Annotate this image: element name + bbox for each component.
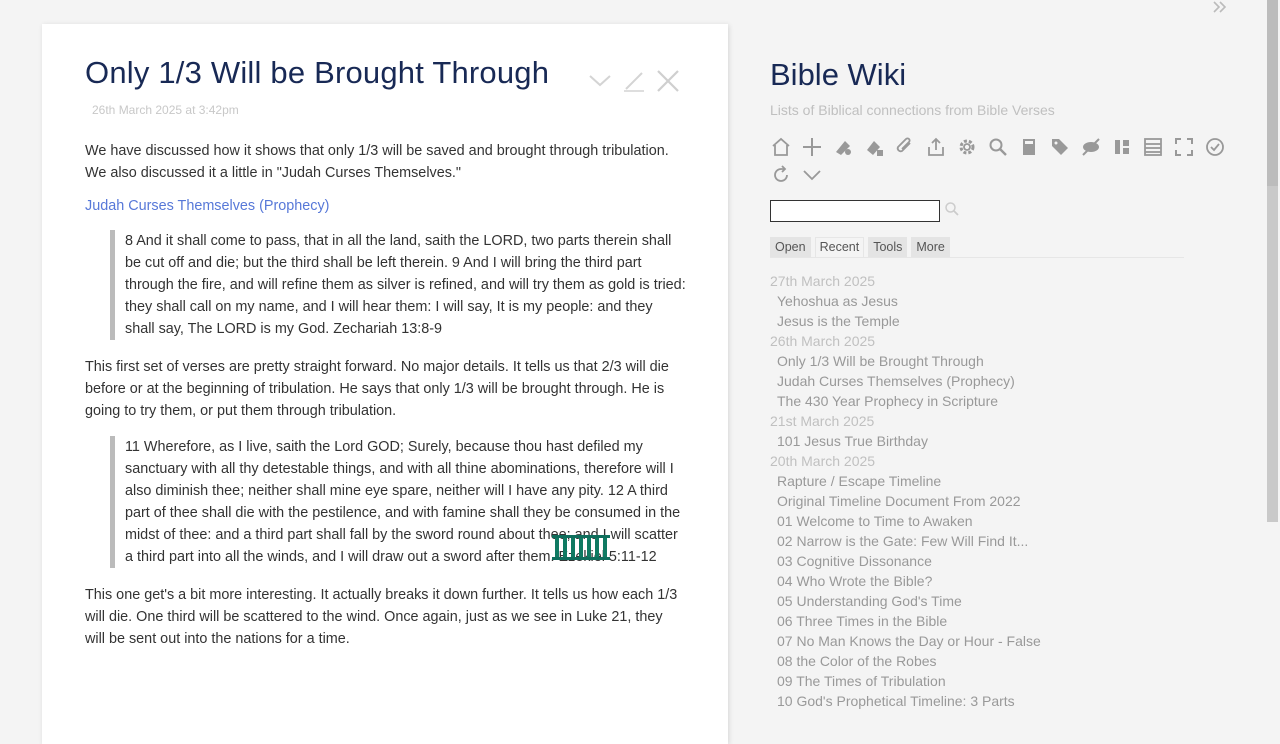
tiddler-controls: [587, 68, 681, 94]
tab-tools[interactable]: Tools: [868, 237, 908, 258]
list-item[interactable]: The 430 Year Prophecy in Scripture: [770, 391, 1250, 411]
list-item[interactable]: Jesus is the Temple: [770, 311, 1250, 331]
list-item[interactable]: 03 Cognitive Dissonance: [770, 551, 1250, 571]
hide-icon[interactable]: [1080, 136, 1102, 158]
home-icon[interactable]: [770, 136, 792, 158]
close-icon[interactable]: [655, 68, 681, 94]
recent-date: 21st March 2025: [770, 413, 875, 430]
list-item[interactable]: 06 Three Times in the Bible: [770, 611, 1250, 631]
site-subtitle: Lists of Biblical connections from Bible…: [770, 102, 1055, 119]
quote-zechariah: 8 And it shall come to pass, that in all…: [110, 230, 686, 341]
search-input[interactable]: [770, 200, 940, 223]
list-item[interactable]: 04 Who Wrote the Bible?: [770, 571, 1250, 591]
paragraph-intro: We have discussed how it shows that only…: [85, 143, 669, 182]
new-tiddler-icon[interactable]: [801, 136, 823, 158]
save-icon[interactable]: [1204, 136, 1226, 158]
overlay-bars-icon: [550, 533, 612, 568]
tab-more[interactable]: More: [911, 237, 950, 258]
paragraph-first-set: This first set of verses are pretty stra…: [85, 359, 669, 420]
link-judah-curses[interactable]: Judah Curses Themselves (Prophecy): [85, 198, 686, 214]
chevron-down-icon[interactable]: [587, 68, 613, 94]
site-title: Bible Wiki: [770, 57, 907, 92]
tab-open[interactable]: Open: [770, 237, 811, 258]
list-item[interactable]: 05 Understanding God's Time: [770, 591, 1250, 611]
list-item[interactable]: 101 Jesus True Birthday: [770, 431, 1250, 451]
list-item[interactable]: 07 No Man Knows the Day or Hour - False: [770, 631, 1250, 651]
list-item[interactable]: Rapture / Escape Timeline: [770, 471, 1250, 491]
list-item[interactable]: 09 The Times of Tribulation: [770, 671, 1250, 691]
attachment-icon[interactable]: [894, 136, 916, 158]
search-button-icon[interactable]: [944, 201, 960, 222]
search-icon[interactable]: [987, 136, 1009, 158]
fullscreen-icon[interactable]: [1173, 136, 1195, 158]
tag-icon[interactable]: [1049, 136, 1071, 158]
new-journal-icon[interactable]: [832, 136, 854, 158]
sidebar-tabs: Open Recent Tools More: [770, 237, 1184, 259]
new-image-icon[interactable]: [863, 136, 885, 158]
list-item[interactable]: Judah Curses Themselves (Prophecy): [770, 371, 1250, 391]
list-item[interactable]: 01 Welcome to Time to Awaken: [770, 511, 1250, 531]
storyview-icon[interactable]: [1142, 136, 1164, 158]
page-controls: [770, 136, 1240, 186]
layout-icon[interactable]: [1111, 136, 1133, 158]
dictionary-icon[interactable]: [1018, 136, 1040, 158]
sidebar: Bible Wiki Lists of Biblical connections…: [770, 56, 1250, 711]
list-item[interactable]: 10 God's Prophetical Timeline: 3 Parts: [770, 691, 1250, 711]
paragraph-more-interesting: This one get's a bit more interesting. I…: [85, 587, 678, 648]
recent-date: 20th March 2025: [770, 453, 876, 470]
refresh-icon[interactable]: [770, 164, 792, 186]
scrollbar[interactable]: [1264, 0, 1280, 720]
recent-date: 26th March 2025: [770, 333, 876, 350]
recent-list: 27th March 2025 Yehoshua as Jesus Jesus …: [770, 271, 1250, 711]
search-row: [770, 200, 1250, 223]
tiddler-body: We have discussed how it shows that only…: [85, 140, 686, 650]
export-icon[interactable]: [925, 136, 947, 158]
scrollbar-thumb[interactable]: [1267, 0, 1278, 186]
list-item[interactable]: 08 the Color of the Robes: [770, 651, 1250, 671]
list-item[interactable]: Only 1/3 Will be Brought Through: [770, 351, 1250, 371]
edit-icon[interactable]: [621, 68, 647, 94]
list-item[interactable]: 02 Narrow is the Gate: Few Will Find It.…: [770, 531, 1250, 551]
recent-date: 27th March 2025: [770, 273, 876, 290]
tiddler-date: 26th March 2025 at 3:42pm: [92, 103, 239, 118]
list-item[interactable]: Yehoshua as Jesus: [770, 291, 1250, 311]
list-item[interactable]: Original Timeline Document From 2022: [770, 491, 1250, 511]
more-chevron-icon[interactable]: [801, 164, 823, 186]
tab-recent[interactable]: Recent: [814, 237, 865, 258]
sidebar-toggle-icon[interactable]: [1212, 0, 1228, 19]
settings-icon[interactable]: [956, 136, 978, 158]
tiddler-frame: Only 1/3 Will be Brought Through 26th Ma…: [42, 24, 728, 744]
